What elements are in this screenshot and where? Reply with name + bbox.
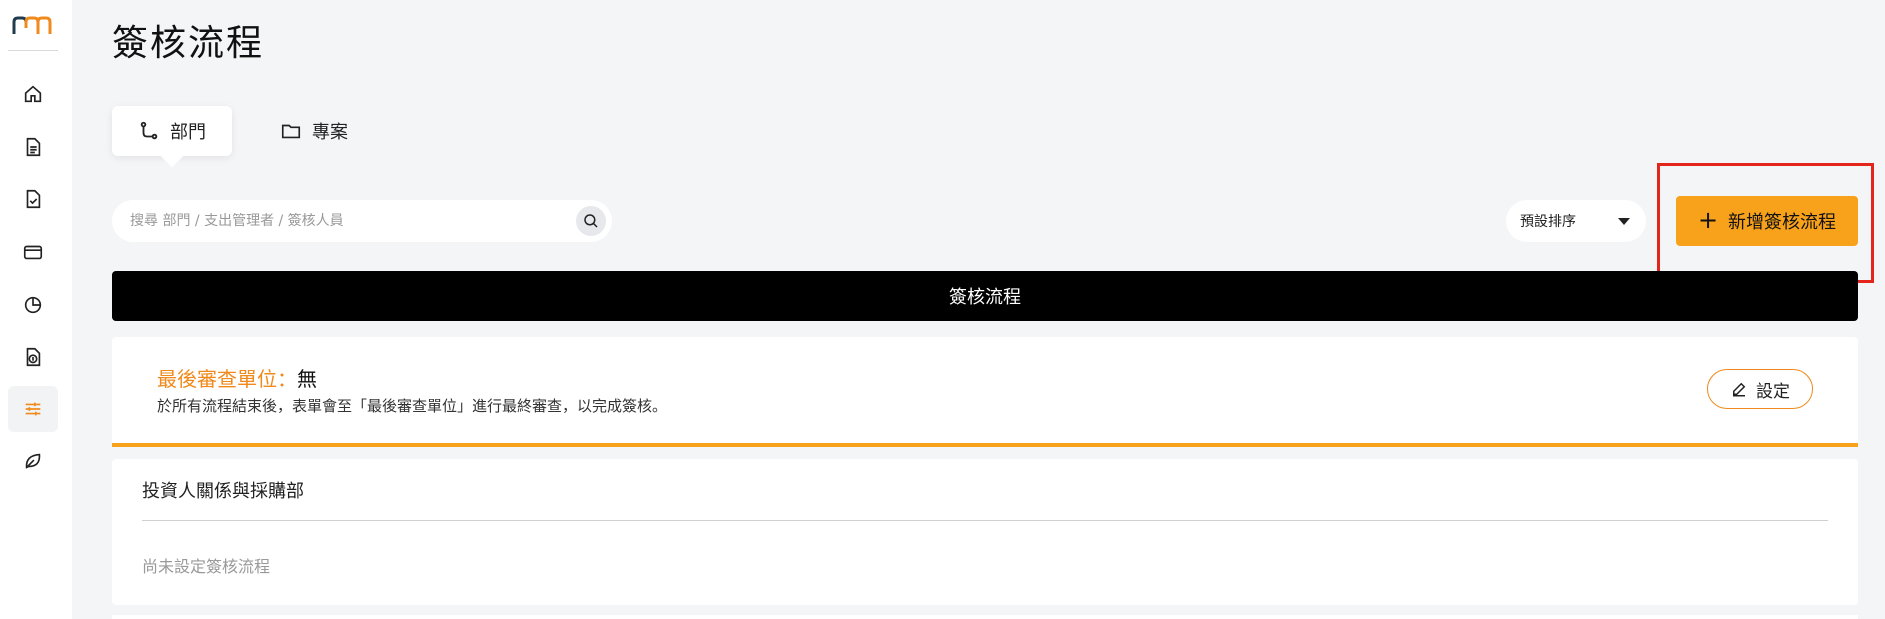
final-review-title: 最後審查單位：無 bbox=[157, 363, 317, 392]
search-bar bbox=[112, 200, 612, 242]
add-approval-flow-label: 新增簽核流程 bbox=[1728, 212, 1837, 233]
final-review-value: 無 bbox=[297, 367, 317, 391]
money-document-icon bbox=[26, 347, 41, 367]
wallet-icon bbox=[23, 245, 43, 260]
tab-department[interactable]: 部門 bbox=[112, 106, 232, 156]
tab-project-label: 專案 bbox=[312, 122, 348, 143]
nav-reports[interactable] bbox=[8, 282, 58, 328]
sidebar-divider bbox=[8, 50, 58, 51]
department-status: 尚未設定簽核流程 bbox=[142, 557, 271, 576]
page-title: 簽核流程 bbox=[112, 23, 265, 64]
nav-home[interactable] bbox=[8, 71, 58, 117]
logo-icon[interactable] bbox=[12, 14, 56, 38]
department-card-next bbox=[112, 615, 1858, 619]
nav-expenses[interactable] bbox=[8, 334, 58, 380]
edit-icon bbox=[1733, 382, 1746, 397]
final-review-settings-label: 設定 bbox=[1756, 381, 1790, 402]
nav-sustainability[interactable] bbox=[8, 438, 58, 484]
sliders-icon bbox=[25, 402, 41, 416]
final-review-settings-button[interactable]: 設定 bbox=[1707, 369, 1813, 409]
document-icon bbox=[26, 137, 41, 157]
sort-select[interactable]: 預設排序 bbox=[1506, 200, 1646, 242]
sort-label: 預設排序 bbox=[1520, 214, 1576, 230]
table-header: 簽核流程 bbox=[112, 271, 1858, 321]
department-name: 投資人關係與採購部 bbox=[142, 481, 304, 502]
branch-icon bbox=[140, 121, 158, 140]
sidebar bbox=[0, 0, 72, 619]
nav-wallet[interactable] bbox=[8, 229, 58, 275]
final-review-card: 最後審查單位：無 於所有流程結束後，表單會至「最後審查單位」進行最終審查，以完成… bbox=[112, 337, 1858, 447]
home-icon bbox=[24, 85, 42, 103]
plus-icon: + bbox=[1697, 206, 1719, 234]
tab-project[interactable]: 專案 bbox=[254, 106, 374, 156]
search-button[interactable] bbox=[576, 206, 606, 236]
approval-document-icon bbox=[26, 189, 41, 209]
search-input[interactable] bbox=[130, 213, 566, 229]
tab-department-label: 部門 bbox=[170, 122, 206, 143]
search-icon bbox=[584, 214, 598, 228]
leaf-icon bbox=[25, 453, 41, 469]
department-divider bbox=[142, 520, 1828, 521]
pie-chart-icon bbox=[24, 296, 42, 314]
final-review-description: 於所有流程結束後，表單會至「最後審查單位」進行最終審查，以完成簽核。 bbox=[157, 397, 668, 415]
folder-icon bbox=[281, 124, 301, 139]
nav-approval-settings[interactable] bbox=[8, 386, 58, 432]
nav-approvals[interactable] bbox=[8, 176, 58, 222]
department-card[interactable]: 投資人關係與採購部 尚未設定簽核流程 bbox=[112, 459, 1858, 605]
add-approval-flow-button[interactable]: + 新增簽核流程 bbox=[1676, 196, 1858, 246]
caret-down-icon bbox=[1618, 218, 1630, 225]
final-review-label: 最後審查單位： bbox=[157, 367, 297, 391]
table-header-label: 簽核流程 bbox=[949, 287, 1021, 308]
nav-documents[interactable] bbox=[8, 124, 58, 170]
